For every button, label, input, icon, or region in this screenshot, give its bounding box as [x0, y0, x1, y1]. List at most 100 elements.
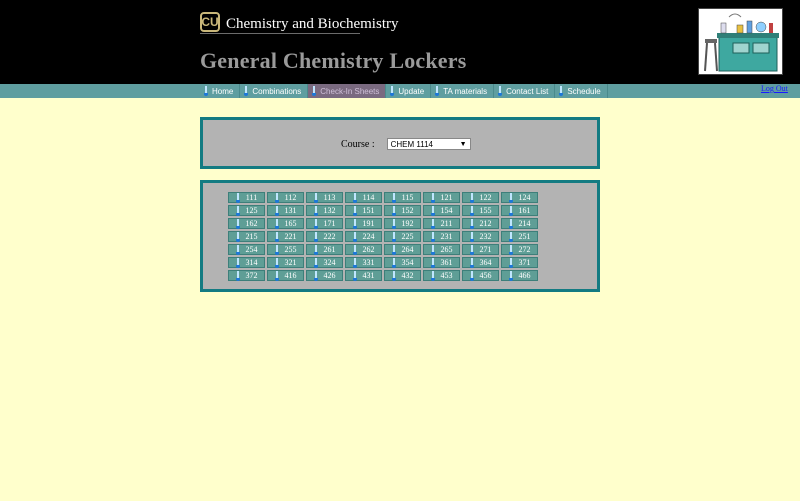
locker-button[interactable]: 364: [462, 257, 499, 268]
locker-button[interactable]: 251: [501, 231, 538, 242]
nav-item-home[interactable]: Home: [200, 84, 241, 98]
locker-button[interactable]: 231: [423, 231, 460, 242]
locker-button[interactable]: 271: [462, 244, 499, 255]
locker-button[interactable]: 361: [423, 257, 460, 268]
locker-button[interactable]: 232: [462, 231, 499, 242]
locker-button[interactable]: 222: [306, 231, 343, 242]
locker-button[interactable]: 255: [267, 244, 304, 255]
locker-button[interactable]: 371: [501, 257, 538, 268]
locker-button[interactable]: 314: [228, 257, 265, 268]
locker-button[interactable]: 431: [345, 270, 382, 281]
locker-button[interactable]: 321: [267, 257, 304, 268]
logout-link[interactable]: Log Out: [761, 84, 788, 93]
locker-button[interactable]: 331: [345, 257, 382, 268]
nav-item-ta-materials[interactable]: TA materials: [431, 84, 495, 98]
locker-number: 321: [284, 258, 297, 267]
locker-number: 155: [479, 206, 492, 215]
locker-number: 161: [518, 206, 531, 215]
locker-button[interactable]: 111: [228, 192, 265, 203]
test-tube-icon: [469, 244, 474, 255]
locker-button[interactable]: 121: [423, 192, 460, 203]
locker-button[interactable]: 215: [228, 231, 265, 242]
nav-item-contact-list[interactable]: Contact List: [494, 84, 556, 98]
test-tube-icon: [469, 257, 474, 268]
department-branding: CU Chemistry and Biochemistry: [200, 10, 398, 33]
locker-button[interactable]: 132: [306, 205, 343, 216]
test-tube-icon: [469, 270, 474, 281]
locker-number: 232: [479, 232, 492, 241]
locker-number: 113: [323, 193, 336, 202]
locker-button[interactable]: 113: [306, 192, 343, 203]
nav-item-check-in-sheets[interactable]: Check-In Sheets: [308, 84, 387, 98]
test-tube-icon: [352, 192, 357, 203]
locker-number: 212: [479, 219, 492, 228]
locker-button[interactable]: 261: [306, 244, 343, 255]
nav-item-schedule[interactable]: Schedule: [555, 84, 608, 98]
locker-button[interactable]: 162: [228, 218, 265, 229]
locker-button[interactable]: 161: [501, 205, 538, 216]
locker-button[interactable]: 125: [228, 205, 265, 216]
test-tube-icon: [508, 270, 513, 281]
locker-number: 271: [479, 245, 492, 254]
test-tube-icon: [312, 86, 317, 96]
locker-number: 211: [440, 219, 453, 228]
locker-button[interactable]: 416: [267, 270, 304, 281]
locker-button[interactable]: 432: [384, 270, 421, 281]
locker-number: 354: [401, 258, 414, 267]
locker-button[interactable]: 155: [462, 205, 499, 216]
locker-button[interactable]: 124: [501, 192, 538, 203]
locker-button[interactable]: 171: [306, 218, 343, 229]
course-selected-value: CHEM 1114: [390, 139, 433, 149]
test-tube-icon: [469, 205, 474, 216]
test-tube-icon: [313, 205, 318, 216]
locker-button[interactable]: 221: [267, 231, 304, 242]
test-tube-icon: [390, 86, 395, 96]
locker-button[interactable]: 272: [501, 244, 538, 255]
locker-button[interactable]: 152: [384, 205, 421, 216]
locker-button[interactable]: 262: [345, 244, 382, 255]
test-tube-icon: [469, 231, 474, 242]
test-tube-icon: [274, 244, 279, 255]
locker-button[interactable]: 211: [423, 218, 460, 229]
locker-number: 254: [245, 245, 258, 254]
nav-item-combinations[interactable]: Combinations: [240, 84, 309, 98]
locker-button[interactable]: 324: [306, 257, 343, 268]
test-tube-icon: [313, 231, 318, 242]
locker-number: 324: [323, 258, 336, 267]
locker-button[interactable]: 131: [267, 205, 304, 216]
locker-grid: 111 112 113 114 115 121 122 124 125 131 132 151 152 1…: [228, 192, 538, 281]
locker-button[interactable]: 165: [267, 218, 304, 229]
locker-button[interactable]: 191: [345, 218, 382, 229]
locker-button[interactable]: 254: [228, 244, 265, 255]
header-bar: CU Chemistry and Biochemistry General Ch…: [0, 0, 800, 84]
locker-button[interactable]: 225: [384, 231, 421, 242]
locker-number: 192: [401, 219, 414, 228]
locker-button[interactable]: 212: [462, 218, 499, 229]
locker-button[interactable]: 264: [384, 244, 421, 255]
locker-button[interactable]: 453: [423, 270, 460, 281]
locker-number: 251: [518, 232, 531, 241]
course-select[interactable]: CHEM 1114 ▼: [386, 138, 471, 150]
locker-number: 154: [440, 206, 453, 215]
locker-button[interactable]: 115: [384, 192, 421, 203]
test-tube-icon: [391, 257, 396, 268]
test-tube-icon: [313, 218, 318, 229]
locker-button[interactable]: 354: [384, 257, 421, 268]
locker-button[interactable]: 372: [228, 270, 265, 281]
locker-button[interactable]: 192: [384, 218, 421, 229]
locker-button[interactable]: 122: [462, 192, 499, 203]
locker-button[interactable]: 114: [345, 192, 382, 203]
locker-button[interactable]: 456: [462, 270, 499, 281]
locker-button[interactable]: 265: [423, 244, 460, 255]
locker-button[interactable]: 214: [501, 218, 538, 229]
locker-button[interactable]: 224: [345, 231, 382, 242]
locker-button[interactable]: 426: [306, 270, 343, 281]
locker-number: 231: [440, 232, 453, 241]
locker-button[interactable]: 466: [501, 270, 538, 281]
test-tube-icon: [430, 205, 435, 216]
nav-item-update[interactable]: Update: [386, 84, 432, 98]
locker-button[interactable]: 154: [423, 205, 460, 216]
locker-number: 125: [245, 206, 258, 215]
locker-button[interactable]: 151: [345, 205, 382, 216]
locker-button[interactable]: 112: [267, 192, 304, 203]
